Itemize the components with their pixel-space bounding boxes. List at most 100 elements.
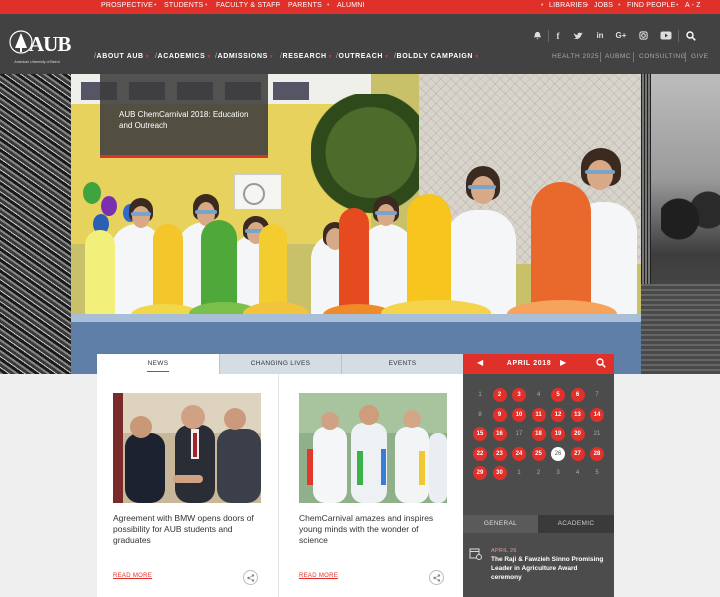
calendar-day[interactable]: 5 xyxy=(551,388,565,402)
linkedin-icon[interactable]: in xyxy=(593,29,607,43)
event-tab-label: ACADEMIC xyxy=(557,520,595,527)
sub-link-separator xyxy=(633,52,634,62)
top-link-faculty-staff[interactable]: FACULTY & STAFF xyxy=(216,2,280,9)
event-date: APRIL 26 xyxy=(491,548,517,554)
top-link-alumni[interactable]: ALUMNI xyxy=(337,2,365,9)
calendar-day[interactable]: 28 xyxy=(590,446,604,461)
top-link-a-z[interactable]: A - Z xyxy=(685,2,701,9)
top-link-separator: • xyxy=(278,2,281,9)
next-month-arrow-icon[interactable]: ▶ xyxy=(560,358,566,367)
nav-academics[interactable]: /ACADEMICS▼ xyxy=(155,53,212,60)
events-calendar: ◀ APRIL 2018 ▶ 1 2 3 4 5 6 7 8 9 10 11 12 13 14 15 16 17… xyxy=(463,354,614,515)
calendar-day[interactable]: 25 xyxy=(531,446,546,461)
link-consulting[interactable]: CONSULTING xyxy=(639,53,686,60)
calendar-day[interactable]: 13 xyxy=(570,407,585,422)
calendar-day[interactable]: 26 xyxy=(551,446,565,461)
youtube-icon[interactable] xyxy=(659,29,673,43)
calendar-day: 2 xyxy=(536,470,541,476)
top-link-find-people[interactable]: FIND PEOPLE xyxy=(627,2,676,9)
event-tab-general[interactable]: GENERAL xyxy=(463,515,538,533)
share-icon[interactable] xyxy=(243,570,258,585)
nav-about-aub[interactable]: /ABOUT AUB▼ xyxy=(94,53,150,60)
calendar-day: 1 xyxy=(478,392,482,398)
calendar-month: APRIL 2018 xyxy=(506,360,552,367)
news-title[interactable]: Agreement with BMW opens doors of possib… xyxy=(113,513,261,546)
calendar-day[interactable]: 19 xyxy=(551,427,565,441)
calendar-day[interactable]: 23 xyxy=(492,446,507,461)
calendar-day: 8 xyxy=(478,411,482,418)
top-link-parents[interactable]: PARENTS xyxy=(288,2,322,9)
news-title[interactable]: ChemCarnival amazes and inspires young m… xyxy=(299,513,447,546)
calendar-day[interactable]: 11 xyxy=(531,407,546,422)
instagram-icon[interactable] xyxy=(636,29,650,43)
tab-events[interactable]: EVENTS xyxy=(341,354,463,374)
nav-label: ADMISSIONS xyxy=(217,53,268,60)
calendar-day[interactable]: 3 xyxy=(512,388,526,402)
calendar-event-icon xyxy=(469,547,483,561)
news-image-bmw[interactable] xyxy=(113,393,261,503)
nav-research[interactable]: /RESEARCH▼ xyxy=(280,53,333,60)
calendar-day[interactable]: 18 xyxy=(531,427,546,441)
event-title[interactable]: The Raji & Fawzieh Sinno Promising Leade… xyxy=(491,555,609,582)
prev-month-arrow-icon[interactable]: ◀ xyxy=(477,358,483,367)
link-health-2025[interactable]: HEALTH 2025 xyxy=(552,53,599,60)
hero-carousel[interactable]: AUB ChemCarnival 2018: Education and Out… xyxy=(0,74,720,374)
calendar-day: 3 xyxy=(556,470,560,476)
google-plus-icon[interactable]: G+ xyxy=(614,29,628,43)
calendar-day[interactable]: 22 xyxy=(473,446,487,461)
read-more-link[interactable]: READ MORE xyxy=(113,573,152,579)
top-link-libraries[interactable]: LIBRARIES xyxy=(549,2,587,9)
calendar-day[interactable]: 24 xyxy=(512,446,526,461)
calendar-day[interactable]: 15 xyxy=(473,427,487,441)
top-link-jobs[interactable]: JOBS xyxy=(594,2,613,9)
calendar-day[interactable]: 9 xyxy=(492,407,507,422)
logo-subtitle: American University of Beirut xyxy=(14,60,60,64)
calendar-day[interactable]: 27 xyxy=(570,446,585,461)
calendar-day[interactable]: 20 xyxy=(570,427,585,441)
calendar-day[interactable]: 14 xyxy=(590,407,604,422)
hero-side-image-left xyxy=(0,74,71,374)
search-icon[interactable] xyxy=(684,29,698,43)
calendar-day[interactable]: 12 xyxy=(551,407,565,422)
calendar-day: 17 xyxy=(515,431,523,437)
top-link-separator: • xyxy=(586,2,589,9)
event-list: APRIL 26 The Raji & Fawzieh Sinno Promis… xyxy=(463,533,614,597)
share-icon[interactable] xyxy=(429,570,444,585)
notification-icon[interactable] xyxy=(530,29,544,43)
facebook-icon[interactable]: f xyxy=(551,29,565,43)
top-link-separator: • xyxy=(327,2,330,9)
top-link-prospective[interactable]: PROSPECTIVE xyxy=(101,2,153,9)
main-header: AUB American University of Beirut /ABOUT… xyxy=(0,14,720,74)
calendar-day[interactable]: 30 xyxy=(492,466,507,480)
top-link-separator: • xyxy=(541,2,544,9)
logo-text: AUB xyxy=(29,32,71,56)
tab-news[interactable]: NEWS xyxy=(97,354,219,374)
event-tab-label: GENERAL xyxy=(483,520,518,527)
news-image-chemcarnival[interactable] xyxy=(299,393,447,503)
tab-changing-lives[interactable]: CHANGING LIVES xyxy=(219,354,341,374)
tab-label: NEWS xyxy=(147,360,169,367)
top-link-students[interactable]: STUDENTS xyxy=(164,2,203,9)
calendar-day: 21 xyxy=(593,431,601,437)
calendar-day[interactable]: 2 xyxy=(492,388,507,402)
calendar-search-icon[interactable] xyxy=(596,358,608,370)
sub-link-separator xyxy=(600,52,601,62)
hero-caption[interactable]: AUB ChemCarnival 2018: Education and Out… xyxy=(100,74,268,158)
nav-outreach[interactable]: /OUTREACH▼ xyxy=(336,53,390,60)
read-more-link[interactable]: READ MORE xyxy=(299,573,338,579)
twitter-icon[interactable] xyxy=(571,29,585,43)
page-background-right xyxy=(614,374,720,597)
news-panel: Agreement with BMW opens doors of possib… xyxy=(97,374,463,597)
nav-admissions[interactable]: /ADMISSIONS▼ xyxy=(215,53,274,60)
nav-boldly-campaign[interactable]: /BOLDLY CAMPAIGN▼ xyxy=(394,53,480,60)
content-tabs: NEWS CHANGING LIVES EVENTS xyxy=(97,354,463,374)
link-give[interactable]: GIVE xyxy=(691,53,709,60)
link-aubmc[interactable]: AUBMC xyxy=(605,53,631,60)
calendar-day[interactable]: 29 xyxy=(473,466,487,480)
calendar-day[interactable]: 6 xyxy=(570,388,585,402)
event-tab-academic[interactable]: ACADEMIC xyxy=(538,515,614,533)
calendar-day[interactable]: 16 xyxy=(492,427,507,441)
calendar-day[interactable]: 10 xyxy=(512,407,526,422)
top-link-separator: • xyxy=(205,2,208,9)
top-link-separator: • xyxy=(154,2,157,9)
